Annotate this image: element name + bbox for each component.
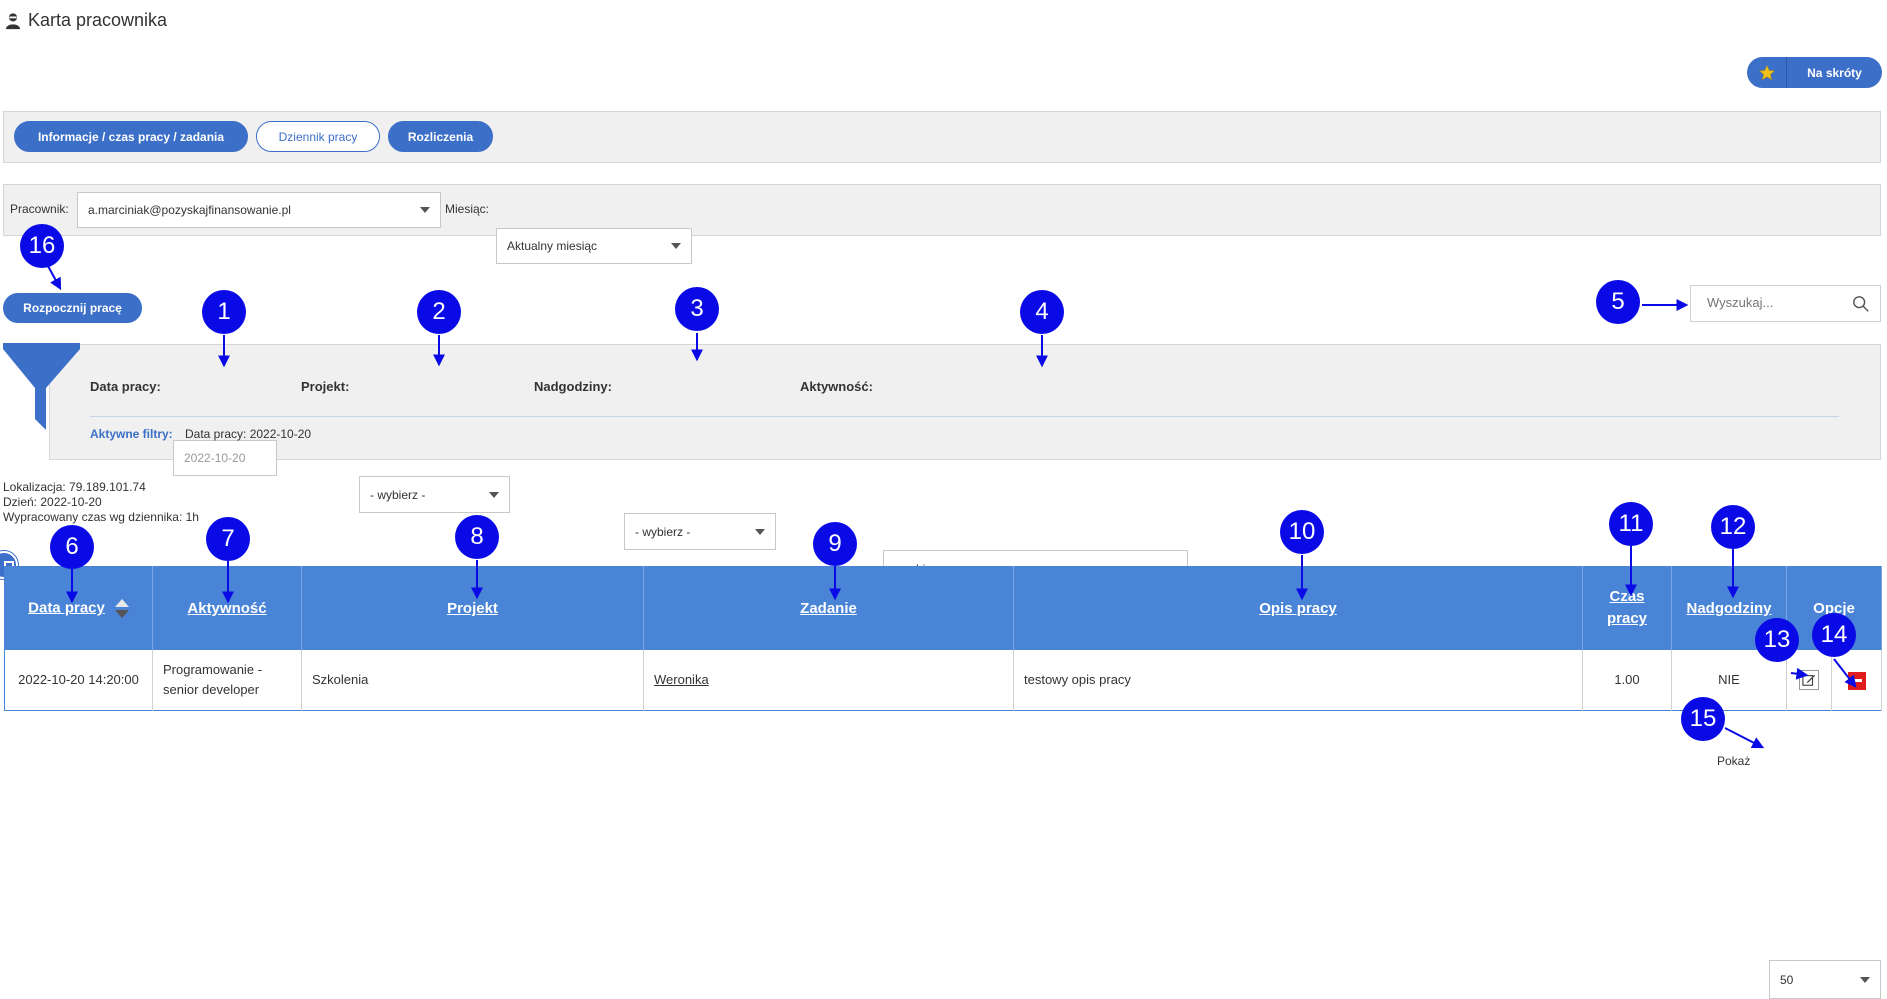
marker-14: 14 [1812, 613, 1856, 657]
marker-13: 13 [1755, 618, 1799, 662]
marker-9: 9 [813, 522, 857, 566]
marker-2: 2 [417, 290, 461, 334]
marker-11: 11 [1609, 502, 1653, 546]
marker-12: 12 [1711, 505, 1755, 549]
marker-15: 15 [1681, 697, 1725, 741]
marker-8: 8 [455, 515, 499, 559]
marker-5: 5 [1596, 280, 1640, 324]
page-size-select[interactable]: 50 [1769, 960, 1881, 999]
marker-1: 1 [202, 290, 246, 334]
marker-16: 16 [20, 224, 64, 268]
marker-3: 3 [675, 287, 719, 331]
annotation-arrows [47, 265, 1857, 749]
chevron-down-icon [1860, 976, 1870, 983]
marker-7: 7 [206, 517, 250, 561]
page-size-value: 50 [1780, 972, 1794, 987]
marker-10: 10 [1280, 510, 1324, 554]
marker-6: 6 [50, 525, 94, 569]
marker-4: 4 [1020, 290, 1064, 334]
